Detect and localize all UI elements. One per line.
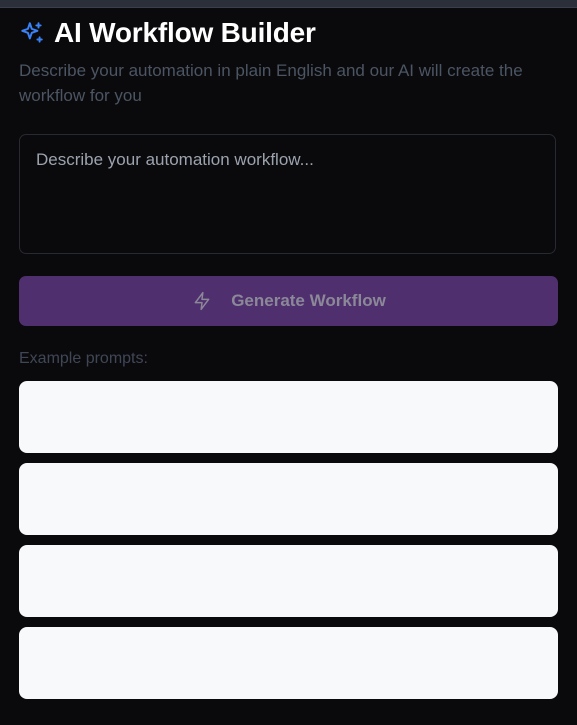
page-title: AI Workflow Builder — [54, 17, 316, 48]
example-prompt-card-1[interactable] — [19, 381, 558, 453]
generate-workflow-label: Generate Workflow — [231, 291, 386, 310]
sparkles-icon — [19, 20, 45, 46]
workflow-description-input[interactable] — [19, 134, 556, 254]
example-prompts-label: Example prompts: — [19, 350, 148, 367]
example-prompt-card-3[interactable] — [19, 545, 558, 617]
example-prompt-card-4[interactable] — [19, 627, 558, 699]
ai-workflow-builder-panel: AI Workflow Builder Describe your automa… — [19, 16, 558, 699]
zap-icon — [191, 290, 213, 312]
page-subtitle: Describe your automation in plain Englis… — [19, 61, 523, 105]
generate-workflow-button[interactable]: Generate Workflow — [19, 276, 558, 326]
example-prompt-card-2[interactable] — [19, 463, 558, 535]
top-border — [0, 0, 577, 8]
header: AI Workflow Builder — [19, 16, 558, 50]
